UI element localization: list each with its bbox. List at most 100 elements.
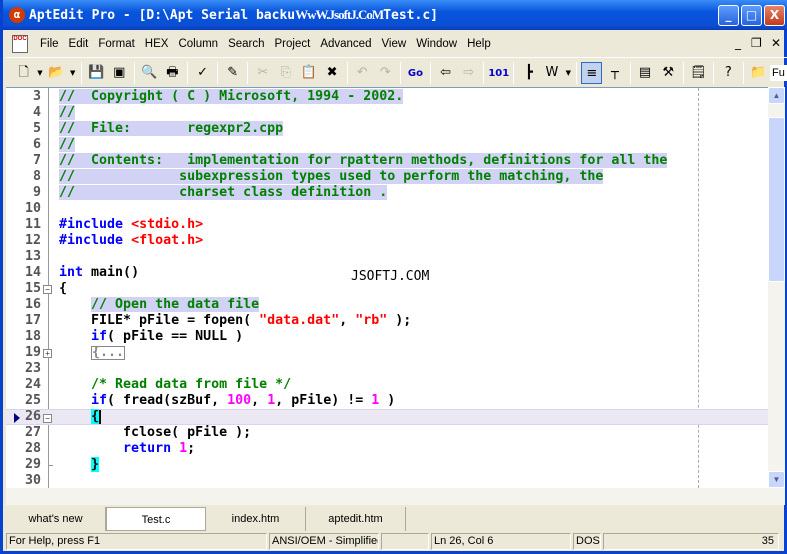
- vertical-scrollbar[interactable]: ▲ ▼: [768, 87, 785, 488]
- mdi-close-button[interactable]: ✕: [771, 36, 781, 50]
- document-icon[interactable]: DOC: [12, 35, 28, 53]
- code-line[interactable]: 4 //: [6, 105, 768, 121]
- paste-button[interactable]: 📋: [298, 62, 319, 84]
- code-line[interactable]: 15−{: [6, 281, 768, 297]
- code-line[interactable]: 8 // subexpression types used to perform …: [6, 169, 768, 185]
- code-line[interactable]: 17 FILE* pFile = fopen( "data.dat", "rb"…: [6, 313, 768, 329]
- code-line[interactable]: 29 }: [6, 457, 768, 473]
- code-token: ( pFile == NULL ): [107, 329, 244, 344]
- code-editor[interactable]: JSOFTJ.COM 3// Copyright ( C ) Microsoft…: [6, 87, 768, 488]
- code-text: int main(): [59, 265, 139, 281]
- minimize-button[interactable]: _: [718, 5, 739, 26]
- code-token: ( fread(szBuf,: [107, 393, 228, 408]
- code-text: // subexpression types used to perform t…: [59, 169, 604, 185]
- function-list-label[interactable]: Fu: [770, 64, 787, 81]
- undo-button[interactable]: ↶: [352, 62, 373, 84]
- code-line[interactable]: 9 // charset class definition .: [6, 185, 768, 201]
- hex-button[interactable]: 101: [488, 62, 509, 84]
- window-button[interactable]: ▤: [635, 62, 656, 84]
- scroll-thumb[interactable]: [768, 117, 785, 282]
- toolbar-separator: [483, 61, 485, 84]
- code-line[interactable]: 16 // Open the data file: [6, 297, 768, 313]
- mdi-minimize-button[interactable]: _: [735, 36, 741, 50]
- code-line[interactable]: 6 //: [6, 137, 768, 153]
- menu-hex[interactable]: HEX: [140, 38, 174, 50]
- scroll-down-button[interactable]: ▼: [768, 471, 785, 488]
- code-line[interactable]: 24 /* Read data from file */: [6, 377, 768, 393]
- print-preview-button[interactable]: 🔍: [139, 62, 160, 84]
- tab-what-s-new[interactable]: what's new: [6, 507, 106, 531]
- code-line[interactable]: 18 if( pFile == NULL ): [6, 329, 768, 345]
- code-line[interactable]: 13: [6, 249, 768, 265]
- prev-button[interactable]: ⇦: [435, 62, 456, 84]
- goto-button[interactable]: Go: [405, 62, 426, 84]
- new-button[interactable]: 🗋: [13, 62, 34, 84]
- save-button[interactable]: 💾: [86, 62, 107, 84]
- fold-collapse-icon[interactable]: −: [43, 414, 52, 423]
- code-line[interactable]: 26− {: [6, 409, 768, 425]
- code-line[interactable]: 5 // File: regexpr2.cpp: [6, 121, 768, 137]
- indent-button[interactable]: ┣: [518, 62, 539, 84]
- menu-column[interactable]: Column: [173, 38, 223, 50]
- code-line[interactable]: 14 int main(): [6, 265, 768, 281]
- next-button[interactable]: ⇨: [458, 62, 479, 84]
- code-text: // Copyright ( C ) Microsoft, 1994 - 200…: [59, 89, 404, 105]
- collapsed-block[interactable]: {...: [91, 346, 126, 360]
- code-line[interactable]: 27 fclose( pFile );: [6, 425, 768, 441]
- menu-project[interactable]: Project: [270, 38, 316, 50]
- mdi-restore-button[interactable]: ❐: [751, 36, 762, 50]
- code-line[interactable]: 3 // Copyright ( C ) Microsoft, 1994 - 20…: [6, 89, 768, 105]
- tab-index-htm[interactable]: index.htm: [206, 507, 306, 531]
- scroll-up-button[interactable]: ▲: [768, 87, 785, 104]
- help-button[interactable]: ?: [718, 62, 739, 84]
- word-wrap-button[interactable]: W: [541, 62, 562, 84]
- tab-test-c[interactable]: Test.c: [106, 507, 206, 531]
- new-dropdown[interactable]: ▼: [36, 62, 44, 84]
- fold-expand-icon[interactable]: +: [43, 349, 52, 358]
- save-all-button[interactable]: ▣: [109, 62, 130, 84]
- code-line[interactable]: 11 #include <stdio.h>: [6, 217, 768, 233]
- maximize-button[interactable]: □: [741, 5, 762, 26]
- open-button[interactable]: 📂: [46, 62, 67, 84]
- copy-button[interactable]: ⎘: [275, 62, 296, 84]
- menu-file[interactable]: File: [35, 38, 64, 50]
- fold-collapse-icon[interactable]: −: [43, 285, 52, 294]
- code-line[interactable]: 28 return 1;: [6, 441, 768, 457]
- code-line[interactable]: 12 #include <float.h>: [6, 233, 768, 249]
- code-line[interactable]: 25 if( fread(szBuf, 100, 1, pFile) != 1 …: [6, 393, 768, 409]
- cut-button[interactable]: ✂: [252, 62, 273, 84]
- open-dropdown[interactable]: ▼: [69, 62, 77, 84]
- tools-button[interactable]: ⚒: [658, 62, 679, 84]
- app-icon[interactable]: α: [9, 7, 25, 23]
- read-only-button[interactable]: ✎: [222, 62, 243, 84]
- menu-view[interactable]: View: [376, 38, 411, 50]
- line-numbers-button[interactable]: ≡: [581, 61, 603, 84]
- code-line[interactable]: 23: [6, 361, 768, 377]
- status-encoding: ANSI/OEM - Simplified Chinese (GB: [269, 533, 379, 550]
- delete-button[interactable]: ✖: [322, 62, 343, 84]
- menu-advanced[interactable]: Advanced: [315, 38, 376, 50]
- function-button[interactable]: 📁: [748, 62, 769, 84]
- spell-check-button[interactable]: ✓: [192, 62, 213, 84]
- string: "data.dat": [259, 313, 340, 328]
- properties-button[interactable]: 🗒: [688, 62, 709, 84]
- code-line[interactable]: 7 // Contents: implementation for rpatter…: [6, 153, 768, 169]
- tab-aptedit-htm[interactable]: aptedit.htm: [306, 507, 406, 531]
- menu-help[interactable]: Help: [462, 38, 496, 50]
- menu-search[interactable]: Search: [223, 38, 269, 50]
- ruler-button[interactable]: ┬: [604, 62, 625, 84]
- menu-edit[interactable]: Edit: [64, 38, 94, 50]
- redo-button[interactable]: ↷: [375, 62, 396, 84]
- word-wrap-dropdown[interactable]: ▼: [565, 62, 573, 84]
- horizontal-scrollbar[interactable]: [6, 488, 785, 505]
- menu-format[interactable]: Format: [93, 38, 139, 50]
- close-button[interactable]: X: [764, 5, 785, 26]
- code-line[interactable]: 19 + {...: [6, 345, 768, 361]
- code-token: ): [379, 393, 396, 408]
- ruler-icon: ┬: [611, 64, 619, 80]
- menu-window[interactable]: Window: [411, 38, 462, 50]
- code-line[interactable]: 10: [6, 201, 768, 217]
- print-button[interactable]: 🖶: [162, 62, 183, 84]
- code-line[interactable]: 30: [6, 473, 768, 488]
